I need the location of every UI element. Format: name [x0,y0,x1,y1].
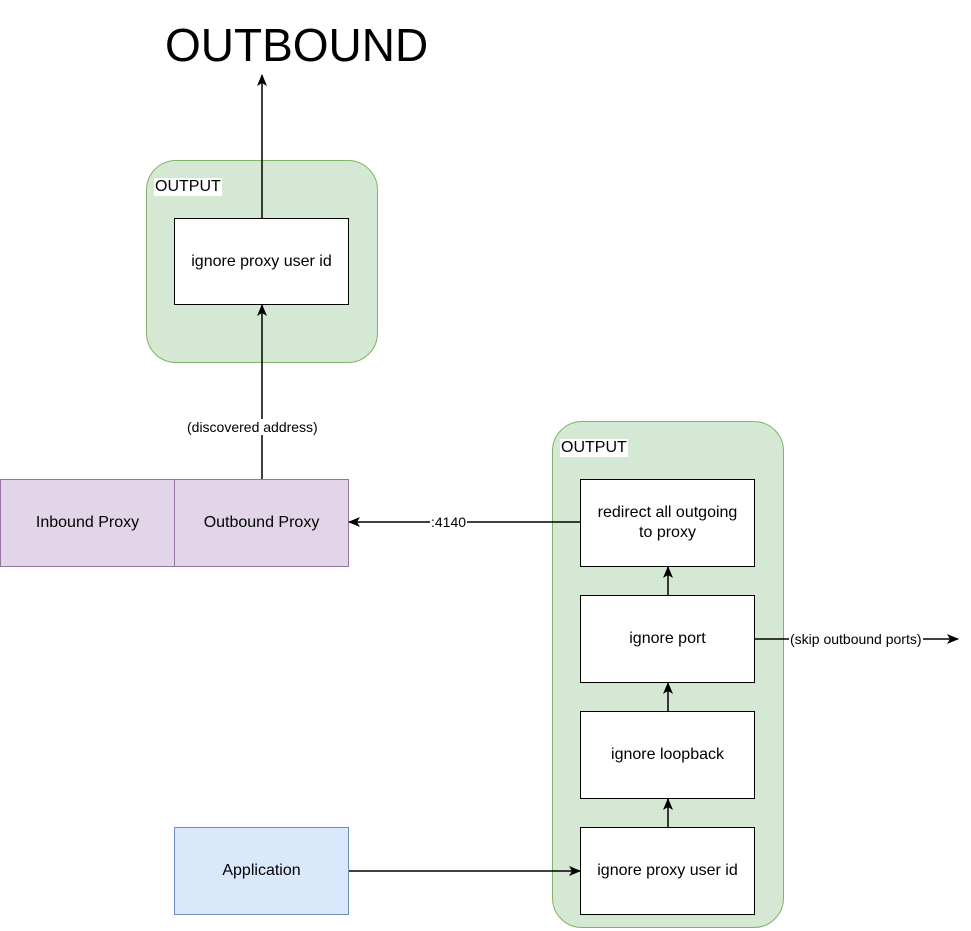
skip-outbound-ports-label: (skip outbound ports) [789,631,923,647]
discovered-address-label: (discovered address) [186,419,319,435]
edges-layer [257,74,959,876]
port-4140-label: :4140 [430,514,468,530]
